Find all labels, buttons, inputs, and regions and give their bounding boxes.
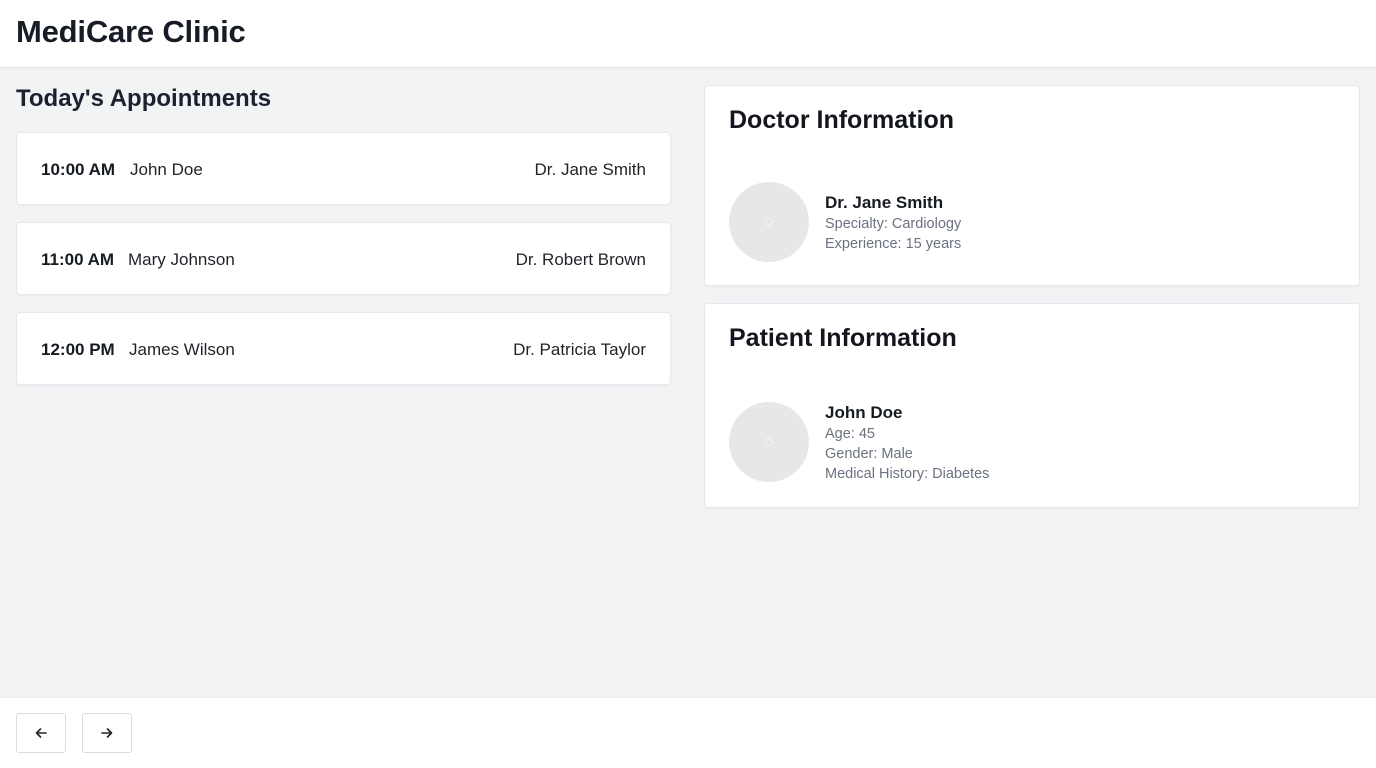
appointment-patient: Mary Johnson	[128, 250, 235, 269]
doctor-specialty: Specialty: Cardiology	[825, 216, 962, 232]
avatar-placeholder-icon	[765, 218, 773, 226]
appointment-doctor: Dr. Jane Smith	[534, 160, 647, 179]
patient-name: John Doe	[825, 403, 903, 422]
patient-gender: Gender: Male	[825, 446, 913, 462]
doctor-details: Dr. Jane Smith Specialty: Cardiology Exp…	[825, 192, 961, 254]
doctor-info-card: Doctor Information Dr. Jane Smith Specia…	[704, 85, 1360, 286]
patient-medical-history: Medical History: Diabetes	[825, 466, 990, 482]
appointment-patient: John Doe	[130, 160, 203, 179]
appointments-title: Today's Appointments	[16, 85, 272, 112]
doctor-name: Dr. Jane Smith	[825, 193, 944, 212]
footer	[0, 697, 1376, 768]
patient-details: John Doe Age: 45 Gender: Male Medical Hi…	[825, 402, 989, 484]
doctor-info-title: Doctor Information	[729, 106, 954, 134]
appointment-card[interactable]: 12:00 PM James Wilson Dr. Patricia Taylo…	[16, 312, 671, 385]
appointment-doctor: Dr. Robert Brown	[515, 250, 646, 269]
appointment-card[interactable]: 10:00 AM John Doe Dr. Jane Smith	[16, 132, 671, 205]
header: MediCare Clinic	[0, 0, 1376, 68]
appointment-time: 11:00 AM	[41, 250, 115, 269]
appointment-time: 12:00 PM	[41, 340, 115, 359]
doctor-experience: Experience: 15 years	[825, 236, 962, 252]
app-title: MediCare Clinic	[16, 14, 246, 49]
patient-info-title: Patient Information	[729, 324, 957, 352]
appointment-doctor: Dr. Patricia Taylor	[513, 340, 646, 359]
appointment-card[interactable]: 11:00 AM Mary Johnson Dr. Robert Brown	[16, 222, 671, 295]
patient-avatar	[729, 402, 809, 482]
doctor-avatar	[729, 182, 809, 262]
arrow-right-icon	[101, 728, 113, 738]
arrow-left-icon	[35, 728, 47, 738]
patient-info-card: Patient Information John Doe Age: 45 Gen…	[704, 303, 1360, 508]
next-button[interactable]	[82, 713, 132, 753]
avatar-placeholder-icon	[765, 438, 773, 446]
app: MediCare Clinic Today's Appointments 10:…	[0, 0, 1376, 768]
appointment-time: 10:00 AM	[41, 160, 116, 179]
previous-button[interactable]	[16, 713, 66, 753]
patient-age: Age: 45	[825, 426, 875, 442]
appointment-patient: James Wilson	[129, 340, 235, 359]
